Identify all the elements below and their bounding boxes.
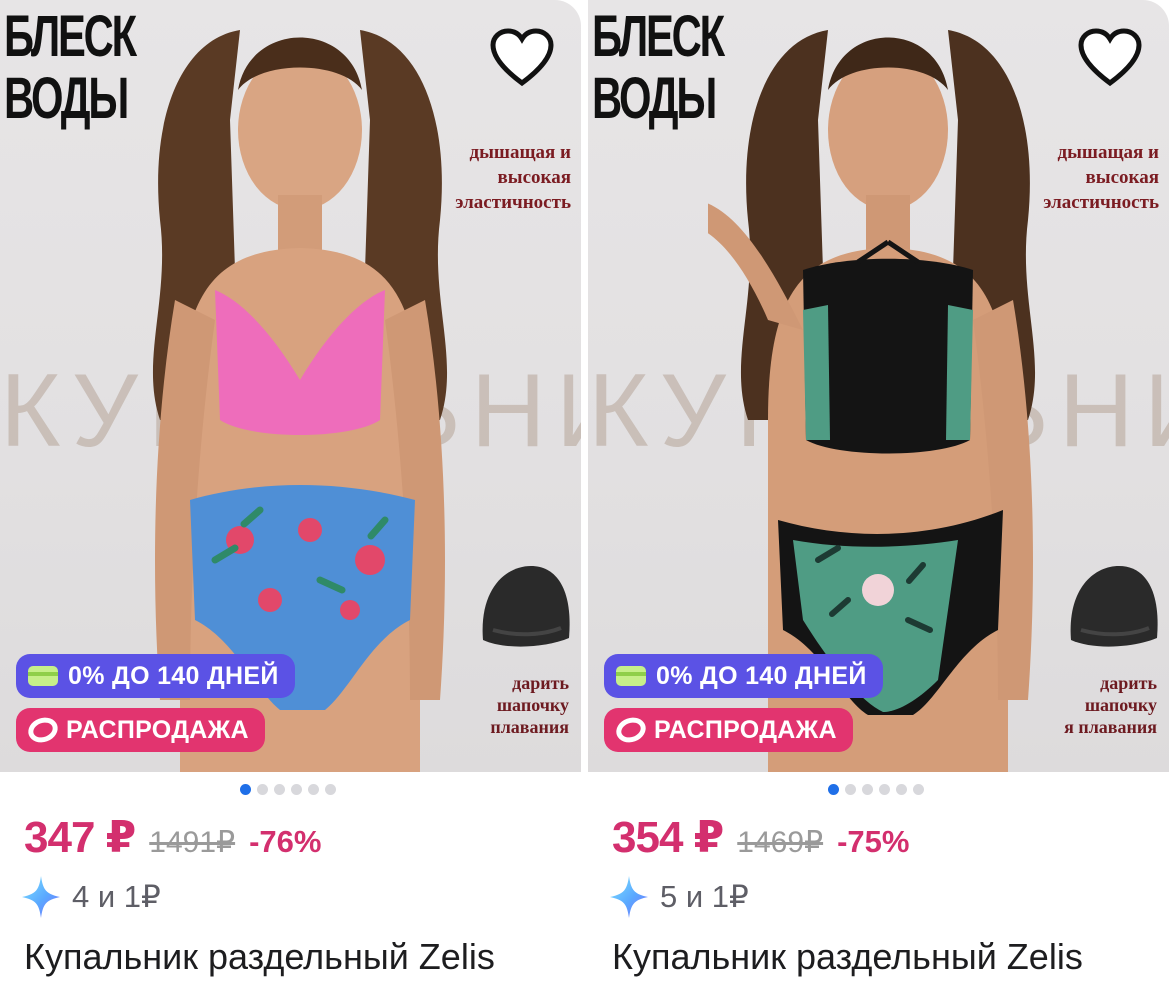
brand-logo: БЛЕСК ВОДЫ: [4, 4, 137, 131]
credit-card-icon: [28, 666, 58, 686]
product-grid: КУПАЛЬНИК: [0, 0, 1169, 998]
brand-logo: БЛЕСК ВОДЫ: [592, 4, 725, 131]
sale-ring-icon: [612, 713, 650, 747]
product-photo[interactable]: КУПАЛЬНИК: [0, 0, 581, 772]
carousel-dot[interactable]: [291, 784, 302, 795]
favorite-heart-icon[interactable]: [489, 28, 555, 88]
bonus-text: 5 и 1₽: [660, 879, 749, 914]
carousel-dot[interactable]: [257, 784, 268, 795]
bonus-text: 4 и 1₽: [72, 879, 161, 914]
sale-ring-icon: [24, 713, 62, 747]
old-price: 1491₽: [149, 826, 236, 859]
swim-cap-image: [482, 566, 570, 647]
old-price: 1469₽: [737, 826, 824, 859]
carousel-dot[interactable]: [325, 784, 336, 795]
product-photo[interactable]: КУПАЛЬНИК: [588, 0, 1169, 772]
current-price: 347 ₽: [24, 813, 136, 862]
product-title[interactable]: Купальник раздельный Zelis: [612, 936, 1083, 978]
product-title[interactable]: Купальник раздельный Zelis: [24, 936, 495, 978]
carousel-dot[interactable]: [274, 784, 285, 795]
carousel-dot[interactable]: [845, 784, 856, 795]
discount-percent: -76%: [249, 824, 322, 859]
gift-text: дарить шапочку я плавания: [1064, 673, 1157, 737]
sale-badge[interactable]: РАСПРОДАЖА: [604, 708, 853, 752]
sparkle-icon: [610, 876, 648, 918]
carousel-dots[interactable]: [588, 784, 1169, 795]
current-price: 354 ₽: [612, 813, 724, 862]
carousel-dot[interactable]: [879, 784, 890, 795]
product-card[interactable]: КУПАЛЬНИК: [588, 0, 1169, 998]
credit-card-icon: [616, 666, 646, 686]
sparkle-icon: [22, 876, 60, 918]
carousel-dots[interactable]: [0, 784, 581, 795]
installment-badge[interactable]: 0% ДО 140 ДНЕЙ: [604, 654, 883, 698]
discount-percent: -75%: [837, 824, 910, 859]
swim-cap-image: [1070, 566, 1158, 647]
carousel-dot[interactable]: [828, 784, 839, 795]
price-row: 354 ₽ 1469₽ -75%: [612, 812, 909, 863]
gift-text: дарить шапочку плавания: [490, 673, 569, 737]
product-card[interactable]: КУПАЛЬНИК: [0, 0, 581, 998]
carousel-dot[interactable]: [913, 784, 924, 795]
carousel-dot[interactable]: [862, 784, 873, 795]
favorite-heart-icon[interactable]: [1077, 28, 1143, 88]
sale-badge[interactable]: РАСПРОДАЖА: [16, 708, 265, 752]
bonus-row: 4 и 1₽: [22, 876, 161, 918]
carousel-dot[interactable]: [240, 784, 251, 795]
bonus-row: 5 и 1₽: [610, 876, 749, 918]
installment-badge[interactable]: 0% ДО 140 ДНЕЙ: [16, 654, 295, 698]
feature-text: дышащая и высокая эластичность: [1043, 142, 1159, 213]
price-row: 347 ₽ 1491₽ -76%: [24, 812, 321, 863]
carousel-dot[interactable]: [896, 784, 907, 795]
feature-text: дышащая и высокая эластичность: [455, 142, 571, 213]
carousel-dot[interactable]: [308, 784, 319, 795]
